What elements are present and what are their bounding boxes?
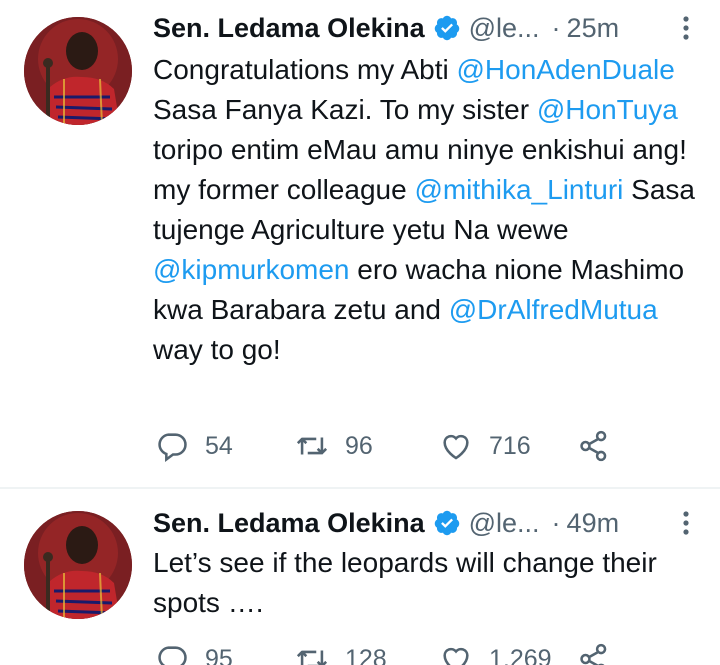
retweet-count: 128 — [345, 644, 387, 665]
mention-link[interactable]: @DrAlfredMutua — [449, 294, 658, 325]
avatar[interactable] — [24, 17, 132, 125]
like-icon — [443, 647, 469, 665]
reply-count: 54 — [205, 431, 233, 460]
avatar[interactable] — [24, 511, 132, 619]
tweet-header: Sen. Ledama Olekina @le... · 49m — [153, 503, 696, 543]
tweet-text: Congratulations my Abti @HonAdenDuale Sa… — [153, 50, 703, 370]
separator-dot: · — [551, 507, 561, 538]
share-icon — [580, 430, 607, 462]
share-button[interactable] — [577, 639, 611, 665]
like-count: 716 — [489, 431, 531, 460]
author-handle[interactable]: @le... — [469, 13, 540, 44]
reply-count: 95 — [205, 644, 233, 665]
tweet[interactable]: Sen. Ledama Olekina @le... · 25m Congrat… — [0, 0, 720, 488]
retweet-count: 96 — [345, 431, 373, 460]
mention-link[interactable]: @HonAdenDuale — [457, 54, 675, 85]
author-name[interactable]: Sen. Ledama Olekina — [153, 13, 425, 44]
retweet-button[interactable]: 96 — [295, 426, 373, 466]
share-button[interactable] — [577, 426, 611, 466]
author-handle[interactable]: @le... — [469, 508, 540, 539]
separator-dot: · — [551, 12, 561, 43]
mention-link[interactable]: @mithika_Linturi — [414, 174, 623, 205]
like-count: 1,269 — [489, 644, 552, 665]
text-segment: Let’s see if the leopards will change th… — [153, 547, 657, 618]
retweet-icon — [296, 650, 328, 665]
mention-link[interactable]: @kipmurkomen — [153, 254, 349, 285]
timestamp[interactable]: 25m — [567, 13, 620, 44]
author-name[interactable]: Sen. Ledama Olekina — [153, 508, 425, 539]
tweet-text: Let’s see if the leopards will change th… — [153, 543, 703, 623]
like-button[interactable]: 1,269 — [439, 639, 552, 665]
reply-button[interactable]: 95 — [155, 639, 233, 665]
reply-icon — [158, 433, 187, 462]
reply-icon — [158, 646, 187, 665]
reply-button[interactable]: 54 — [155, 426, 233, 466]
more-icon[interactable] — [676, 509, 696, 537]
timestamp[interactable]: 49m — [567, 508, 620, 539]
verified-badge-icon — [434, 510, 459, 536]
text-segment: Congratulations my Abti — [153, 54, 457, 85]
tweet[interactable]: Sen. Ledama Olekina @le... · 49m Let’s s… — [0, 489, 720, 665]
like-button[interactable]: 716 — [439, 426, 531, 466]
share-icon — [580, 643, 607, 665]
tweet-header: Sen. Ledama Olekina @le... · 25m — [153, 8, 696, 48]
retweet-icon — [296, 437, 328, 455]
verified-badge-icon — [434, 15, 459, 41]
mention-link[interactable]: @HonTuya — [537, 94, 678, 125]
more-icon[interactable] — [676, 14, 696, 42]
like-icon — [443, 434, 469, 460]
retweet-button[interactable]: 128 — [295, 639, 387, 665]
text-segment: way to go! — [153, 334, 281, 365]
text-segment: Sasa Fanya Kazi. To my sister — [153, 94, 537, 125]
